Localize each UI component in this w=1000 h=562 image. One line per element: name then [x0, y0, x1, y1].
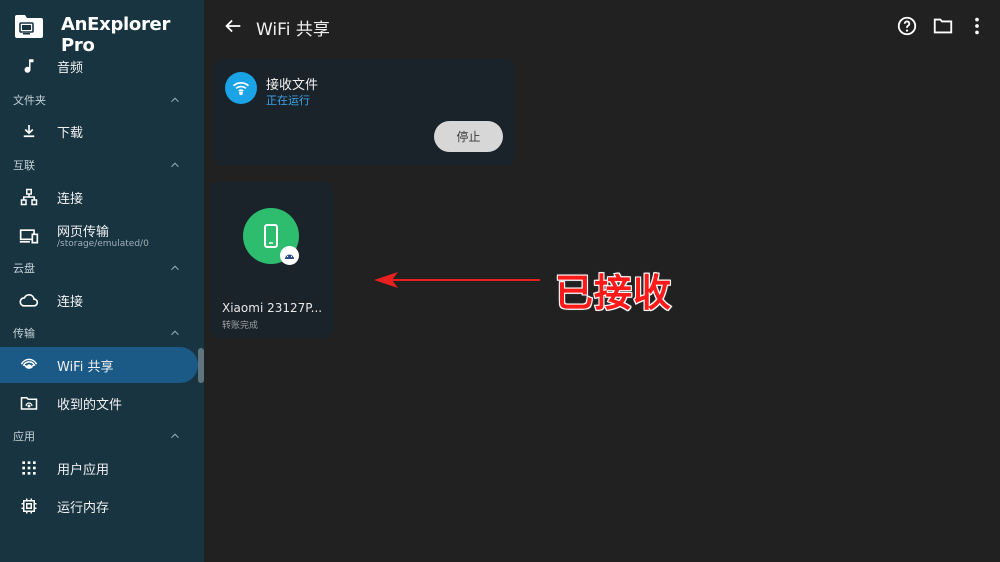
- annotation-label: 已接收: [554, 270, 673, 316]
- stop-button[interactable]: 停止: [434, 121, 503, 152]
- android-badge-icon: [280, 246, 299, 265]
- sidebar-item-label: WiFi 共享: [57, 359, 114, 375]
- wifi-share-icon: [19, 355, 39, 375]
- section-title: 互联: [13, 159, 35, 172]
- chevron-up-icon: [171, 265, 179, 271]
- chevron-up-icon: [171, 330, 179, 336]
- folder-icon[interactable]: [932, 15, 954, 37]
- page-title: WiFi 共享: [256, 20, 330, 40]
- sidebar-item-audio[interactable]: 音频: [0, 48, 198, 84]
- sidebar-item-label: 下载: [57, 125, 84, 141]
- help-icon[interactable]: [896, 15, 918, 37]
- section-title: 云盘: [13, 262, 35, 275]
- sidebar-item-label: 运行内存: [57, 500, 110, 516]
- receive-status: 正在运行: [266, 94, 310, 107]
- section-title: 传输: [13, 327, 35, 340]
- sidebar-scrollbar[interactable]: [198, 348, 204, 383]
- sidebar-item-ram[interactable]: 运行内存: [0, 488, 198, 524]
- sidebar-item-web-transfer[interactable]: 网页传输 /storage/emulated/0: [0, 216, 198, 256]
- cloud-icon: [19, 290, 39, 310]
- section-header-connect[interactable]: 互联: [0, 154, 204, 176]
- chevron-up-icon: [171, 433, 179, 439]
- chevron-up-icon: [171, 162, 179, 168]
- music-note-icon: [19, 56, 39, 76]
- sidebar-item-label: 收到的文件: [57, 397, 123, 413]
- sidebar-item-label: 连接: [57, 294, 84, 310]
- app-logo-icon: [15, 15, 43, 38]
- section-title: 文件夹: [13, 94, 46, 107]
- device-name: Xiaomi 23127P...: [222, 301, 323, 315]
- sidebar-item-connection[interactable]: 连接: [0, 179, 198, 215]
- sidebar-item-label: 网页传输: [57, 225, 110, 240]
- section-header-apps[interactable]: 应用: [0, 425, 204, 447]
- section-header-transfer[interactable]: 传输: [0, 322, 204, 344]
- sidebar-item-path: /storage/emulated/0: [57, 239, 149, 249]
- chip-icon: [19, 496, 39, 516]
- more-vert-icon[interactable]: [966, 15, 988, 37]
- receive-title: 接收文件: [266, 78, 319, 93]
- device-status: 转账完成: [222, 321, 259, 331]
- devices-icon: [19, 226, 39, 246]
- section-title: 应用: [13, 430, 35, 443]
- received-folder-icon: [19, 393, 39, 413]
- sidebar-item-label: 用户应用: [57, 462, 110, 478]
- top-app-bar: WiFi 共享: [204, 0, 1000, 52]
- sidebar-item-downloads[interactable]: 下载: [0, 113, 198, 149]
- sidebar-item-label: 音频: [57, 60, 84, 76]
- back-arrow-icon[interactable]: [222, 15, 244, 37]
- sidebar-item-label: 连接: [57, 191, 84, 207]
- section-header-folders[interactable]: 文件夹: [0, 89, 204, 111]
- wifi-icon: [225, 72, 257, 104]
- apps-grid-icon: [19, 458, 39, 478]
- sidebar-item-cloud-connect[interactable]: 连接: [0, 282, 198, 318]
- section-header-cloud[interactable]: 云盘: [0, 257, 204, 279]
- device-tile[interactable]: Xiaomi 23127P... 转账完成: [210, 182, 333, 337]
- sidebar-item-user-apps[interactable]: 用户应用: [0, 450, 198, 486]
- network-icon: [19, 187, 39, 207]
- receive-files-card: 接收文件 正在运行 停止: [213, 59, 515, 166]
- sidebar-item-wifi-share[interactable]: WiFi 共享: [0, 347, 198, 383]
- chevron-up-icon: [171, 97, 179, 103]
- sidebar-item-received-files[interactable]: 收到的文件: [0, 385, 198, 421]
- app-brand: AnExplorer Pro: [0, 0, 204, 56]
- annotation-arrow-icon: [374, 272, 540, 288]
- download-icon: [19, 121, 39, 141]
- navigation-drawer: AnExplorer Pro 音频 文件夹 下载 互联 连接 网页传输 /sto…: [0, 0, 204, 562]
